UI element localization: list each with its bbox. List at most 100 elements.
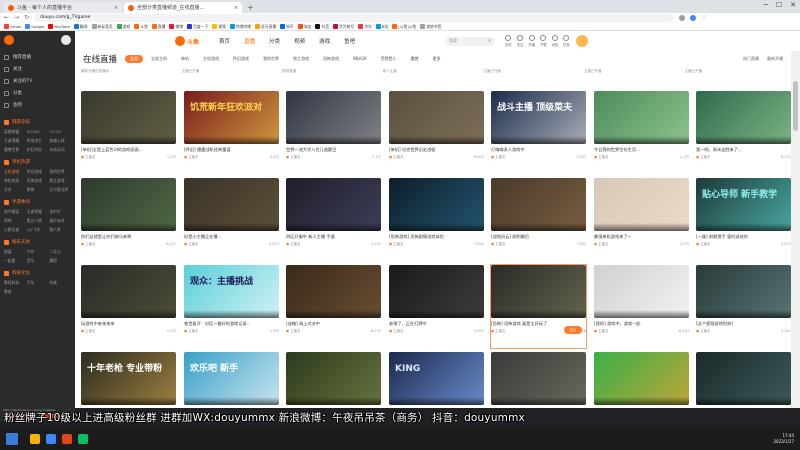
stream-thumbnail[interactable]: [594, 265, 689, 318]
live-room-card[interactable]: [单机] 坦克世界历史战役 ●主播名 8,902: [389, 91, 484, 174]
stream-thumbnail[interactable]: [389, 178, 484, 231]
menu-icon[interactable]: ⋮: [701, 13, 707, 23]
top-nav-item[interactable]: 直播: [244, 37, 255, 45]
wechat-icon[interactable]: [78, 434, 88, 444]
category-filter-link[interactable]: 怀旧游戏: [233, 56, 249, 62]
live-room-card[interactable]: 十年老枪 专业带粉斗鱼最高端新人主播 谁是…●主播名1.3万: [81, 352, 176, 408]
stream-thumbnail[interactable]: [286, 265, 381, 318]
category-filter-link[interactable]: 全部主机: [151, 56, 167, 62]
sidebar-nav-item[interactable]: 推荐直播: [4, 51, 71, 63]
chrome-icon[interactable]: [46, 434, 56, 444]
stream-thumbnail[interactable]: [594, 352, 689, 405]
live-room-card[interactable]: [战地风云] 刷到最后 ●主播名 1.8万: [491, 178, 586, 261]
live-room-card[interactable]: [我的] 游戏中，游戏一起 ●主播名 6,123: [594, 265, 689, 348]
sidebar-section-header[interactable]: 手游休闲: [4, 197, 71, 207]
sidebar-category-link[interactable]: 舞蹈: [49, 258, 71, 264]
stream-thumbnail[interactable]: [594, 178, 689, 231]
sidebar-category-link[interactable]: 原神: [27, 187, 49, 193]
new-tab-icon[interactable]: +: [244, 2, 257, 13]
extension-icon[interactable]: [679, 15, 686, 21]
bookmark-item[interactable]: 京东: [358, 24, 372, 30]
sidebar-category-link[interactable]: CS:GO: [49, 129, 71, 135]
bookmark-item[interactable]: 哔哩哔哩: [229, 24, 251, 30]
stream-thumbnail[interactable]: [491, 352, 586, 405]
sidebar-category-link[interactable]: 永劫无间: [49, 147, 71, 153]
sidebar-category-link[interactable]: 科普: [49, 280, 71, 286]
stream-thumbnail[interactable]: [491, 265, 586, 318]
category-filter-link[interactable]: 独立游戏: [293, 56, 309, 62]
filter-all-button[interactable]: 全部: [125, 55, 144, 63]
top-nav-item[interactable]: 分类: [269, 37, 280, 45]
bookmark-item[interactable]: 游戏: [116, 24, 130, 30]
live-room-card[interactable]: 好是小主播正在播… ●主播名 4,510: [184, 178, 279, 261]
live-room-card[interactable]: 大盘当先，满载而●主播名2,004: [286, 352, 381, 408]
bookmark-item[interactable]: 虎牙直播: [255, 24, 276, 30]
stream-thumbnail[interactable]: 欢乐吧 新手: [184, 352, 279, 405]
url-input[interactable]: douyu.com/g_TVgame: [34, 14, 675, 22]
live-room-card[interactable]: [怀旧] 经典游戏回顾 怀旧时代●主播名7,110: [594, 352, 689, 408]
sidebar-category-link[interactable]: 独立游戏: [49, 178, 71, 184]
bookmark-item[interactable]: Gmail: [4, 24, 21, 29]
stream-thumbnail[interactable]: [184, 178, 279, 231]
sidebar-category-link[interactable]: 一起看: [4, 258, 26, 264]
search-input[interactable]: 搜索 ⌕: [445, 36, 496, 46]
header-icon-button[interactable]: 消息: [551, 35, 558, 47]
stream-thumbnail[interactable]: [491, 178, 586, 231]
avatar[interactable]: [61, 35, 71, 45]
sidebar-category-link[interactable]: 穿越火线: [49, 138, 71, 144]
back-icon[interactable]: ←: [4, 13, 9, 23]
header-icon-button[interactable]: 开播: [528, 35, 535, 47]
browser-tab[interactable]: 斗鱼 - 每个人的直播平台 ×: [4, 2, 122, 13]
category-filter-link[interactable]: NBA2K: [353, 56, 367, 62]
forward-icon[interactable]: →: [14, 13, 19, 23]
douyu-logo-icon[interactable]: [4, 35, 14, 45]
live-room-card[interactable]: 贴心导师 新手教学 [一路] 前期猎手 暂时送给你 ●主播名 5,012: [696, 178, 791, 261]
sidebar-section-header[interactable]: 娱乐天地: [4, 237, 71, 247]
sidebar-section-header[interactable]: 科技文化: [4, 268, 71, 278]
sidebar-category-link[interactable]: 方舟: [4, 187, 26, 193]
header-icon-button[interactable]: 历史: [505, 35, 512, 47]
sidebar-category-link[interactable]: 我的世界: [49, 169, 71, 175]
sidebar-category-link[interactable]: 教育: [4, 289, 26, 295]
live-room-card[interactable]: [恐怖] 恐怖游戏 真是太好玩了●主播名2,678进入: [490, 264, 587, 349]
sidebar-category-link[interactable]: 主机游戏: [4, 169, 26, 175]
stream-thumbnail[interactable]: [389, 91, 484, 144]
stream-thumbnail[interactable]: 观众：主播挑战: [184, 265, 279, 318]
obs-icon[interactable]: [62, 434, 72, 444]
live-room-card[interactable]: 我一吧，周末连胜来了… ●主播名 6,702: [696, 91, 791, 174]
bookmark-item[interactable]: 斗鱼: [134, 24, 148, 30]
live-room-card[interactable]: [恐怖游戏] 恐怖剧情游戏体验 ●主播名 7,820: [389, 178, 484, 261]
sidebar-nav-item[interactable]: 关注的TV: [4, 75, 71, 87]
enter-room-button[interactable]: 进入: [564, 326, 582, 334]
stream-thumbnail[interactable]: [696, 265, 791, 318]
sidebar-section-header[interactable]: 网游竞技: [4, 117, 71, 127]
live-room-card[interactable]: 四区开服中 新人主播 手速 ●主播名 2,031: [286, 178, 381, 261]
sidebar-category-link[interactable]: 单机热游: [4, 178, 26, 184]
search-icon[interactable]: ⌕: [488, 38, 491, 44]
user-avatar[interactable]: [575, 35, 588, 47]
live-room-card[interactable]: [单机]全是上蓝色UI的游戏画面… ●主播名 1.2万: [81, 91, 176, 174]
category-filter-link[interactable]: 更多: [433, 56, 441, 62]
sidebar-category-link[interactable]: 魔兽世界: [4, 147, 26, 153]
live-room-card[interactable]: 最新的经典 [游戏：战地]●主播名3,871: [491, 352, 586, 408]
sidebar-category-link[interactable]: 英雄联盟: [4, 129, 26, 135]
sidebar-category-link[interactable]: 户外: [27, 249, 49, 255]
top-nav-item[interactable]: 游戏: [319, 37, 330, 45]
stream-thumbnail[interactable]: 饥荒新年狂欢派对: [184, 91, 279, 144]
sidebar-category-link[interactable]: 狼人杀: [49, 227, 71, 233]
category-filter-link[interactable]: 恐怖游戏: [323, 56, 339, 62]
live-room-card[interactable]: KING播的播 来玩游戏吧●主播名4,562: [389, 352, 484, 408]
stream-thumbnail[interactable]: [81, 91, 176, 144]
stream-thumbnail[interactable]: [286, 91, 381, 144]
bookmark-item[interactable]: 直播: [151, 24, 165, 30]
bookmark-item[interactable]: B站: [375, 24, 388, 30]
bookmark-item[interactable]: Google: [25, 24, 44, 29]
top-nav-item[interactable]: 视频: [294, 37, 305, 45]
close-window-icon[interactable]: ✕: [790, 1, 796, 9]
sidebar-category-link[interactable]: 绝地求生: [27, 138, 49, 144]
category-filter-link[interactable]: 主机游戏: [203, 56, 219, 62]
top-nav-item[interactable]: 鱼吧: [344, 37, 355, 45]
sidebar-category-link[interactable]: 王者荣耀: [4, 138, 26, 144]
category-filter-link[interactable]: 我的世界: [263, 56, 279, 62]
stream-thumbnail[interactable]: KING: [389, 352, 484, 405]
